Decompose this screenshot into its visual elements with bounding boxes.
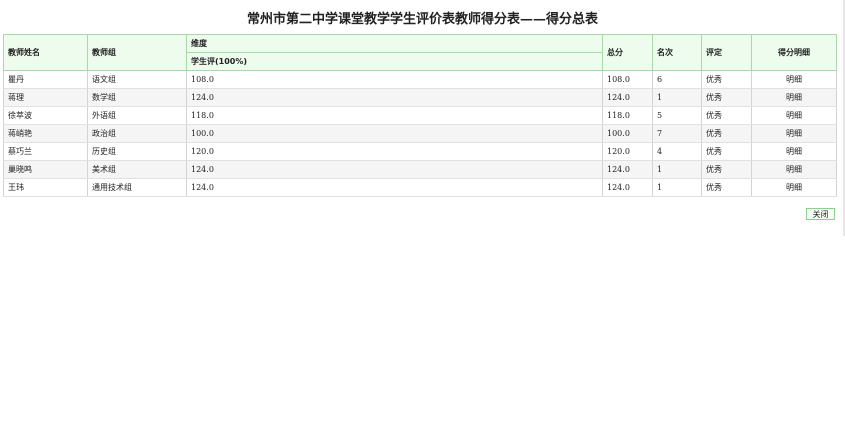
- cell-detail: 明细: [751, 70, 837, 89]
- cell-teacher-group: 政治组: [87, 124, 187, 143]
- cell-student-evaluation-score: 108.0: [186, 70, 603, 89]
- cell-teacher-group: 外语组: [87, 106, 187, 125]
- cell-teacher-name: 王玮: [3, 178, 88, 197]
- table-body: 瞿丹 语文组 108.0 108.0 6 优秀 明细 蒋理 数学组 124.0 124.0 1 优秀 明细…: [3, 70, 837, 197]
- table-row: 瞿丹 语文组 108.0 108.0 6 优秀 明细: [3, 70, 837, 89]
- cell-rank: 6: [652, 70, 702, 89]
- cell-detail: 明细: [751, 106, 837, 125]
- detail-link[interactable]: 明细: [786, 183, 802, 192]
- cell-rank: 1: [652, 160, 702, 179]
- cell-student-evaluation-score: 100.0: [186, 124, 603, 143]
- detail-link[interactable]: 明细: [786, 165, 802, 174]
- cell-teacher-name: 蔡巧兰: [3, 142, 88, 161]
- header-dimension: 维度: [186, 34, 603, 53]
- cell-teacher-name: 巢晓鸣: [3, 160, 88, 179]
- table-row: 巢晓鸣 美术组 124.0 124.0 1 优秀 明细: [3, 160, 837, 179]
- cell-student-evaluation-score: 120.0: [186, 142, 603, 161]
- table-row: 蒋峭艳 政治组 100.0 100.0 7 优秀 明细: [3, 124, 837, 143]
- cell-teacher-name: 瞿丹: [3, 70, 88, 89]
- score-summary-table: 教师姓名 教师组 维度 总分 名次 评定 得分明细 学生评(100%) 瞿丹 语文…: [3, 34, 837, 197]
- table-row: 蔡巧兰 历史组 120.0 120.0 4 优秀 明细: [3, 142, 837, 161]
- cell-total: 118.0: [602, 106, 653, 125]
- cell-total: 108.0: [602, 70, 653, 89]
- cell-teacher-name: 蒋峭艳: [3, 124, 88, 143]
- table-row: 蒋理 数学组 124.0 124.0 1 优秀 明细: [3, 88, 837, 107]
- cell-total: 124.0: [602, 178, 653, 197]
- cell-student-evaluation-score: 118.0: [186, 106, 603, 125]
- close-button[interactable]: 关闭: [806, 208, 835, 220]
- header-teacher-group: 教师组: [87, 34, 187, 71]
- detail-link[interactable]: 明细: [786, 93, 802, 102]
- detail-link[interactable]: 明细: [786, 111, 802, 120]
- cell-rank: 1: [652, 178, 702, 197]
- cell-total: 100.0: [602, 124, 653, 143]
- detail-link[interactable]: 明细: [786, 75, 802, 84]
- cell-rank: 4: [652, 142, 702, 161]
- header-rating: 评定: [701, 34, 752, 71]
- cell-teacher-group: 通用技术组: [87, 178, 187, 197]
- header-detail: 得分明细: [751, 34, 837, 71]
- cell-rating: 优秀: [701, 70, 752, 89]
- cell-total: 124.0: [602, 88, 653, 107]
- detail-link[interactable]: 明细: [786, 147, 802, 156]
- cell-rating: 优秀: [701, 88, 752, 107]
- cell-teacher-group: 历史组: [87, 142, 187, 161]
- cell-rank: 7: [652, 124, 702, 143]
- cell-teacher-group: 语文组: [87, 70, 187, 89]
- cell-rating: 优秀: [701, 142, 752, 161]
- cell-teacher-group: 美术组: [87, 160, 187, 179]
- cell-total: 120.0: [602, 142, 653, 161]
- cell-rank: 5: [652, 106, 702, 125]
- page-title: 常州市第二中学课堂教学学生评价表教师得分表——得分总表: [246, 12, 598, 27]
- header-total: 总分: [602, 34, 653, 71]
- cell-student-evaluation-score: 124.0: [186, 160, 603, 179]
- header-student-evaluation: 学生评(100%): [186, 52, 603, 71]
- cell-detail: 明细: [751, 178, 837, 197]
- table-row: 徐萃波 外语组 118.0 118.0 5 优秀 明细: [3, 106, 837, 125]
- cell-rating: 优秀: [701, 178, 752, 197]
- cell-rating: 优秀: [701, 160, 752, 179]
- cell-rating: 优秀: [701, 106, 752, 125]
- header-teacher-name: 教师姓名: [3, 34, 88, 71]
- cell-student-evaluation-score: 124.0: [186, 88, 603, 107]
- cell-total: 124.0: [602, 160, 653, 179]
- cell-student-evaluation-score: 124.0: [186, 178, 603, 197]
- cell-detail: 明细: [751, 88, 837, 107]
- cell-rank: 1: [652, 88, 702, 107]
- header-rank: 名次: [652, 34, 702, 71]
- table-header-row: 教师姓名 教师组 维度 总分 名次 评定 得分明细: [3, 34, 837, 71]
- cell-detail: 明细: [751, 160, 837, 179]
- cell-detail: 明细: [751, 142, 837, 161]
- cell-detail: 明细: [751, 124, 837, 143]
- detail-link[interactable]: 明细: [786, 129, 802, 138]
- cell-teacher-name: 蒋理: [3, 88, 88, 107]
- cell-teacher-name: 徐萃波: [3, 106, 88, 125]
- table-row: 王玮 通用技术组 124.0 124.0 1 优秀 明细: [3, 178, 837, 197]
- cell-rating: 优秀: [701, 124, 752, 143]
- cell-teacher-group: 数学组: [87, 88, 187, 107]
